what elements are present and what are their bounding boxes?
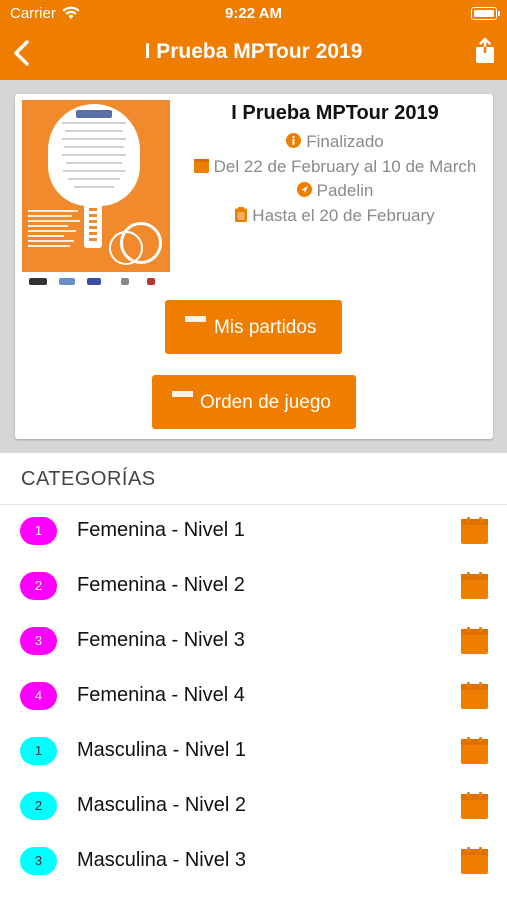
nav-title: I Prueba MPTour 2019 (144, 40, 363, 63)
mptour-logo (76, 110, 112, 118)
mis-partidos-button[interactable]: Mis partidos (165, 300, 342, 354)
event-card-area: I Prueba MPTour 2019 Finalizado Del 22 d… (0, 80, 507, 453)
info-icon (286, 133, 302, 149)
event-poster-image[interactable] (22, 100, 170, 272)
category-row[interactable]: 3 Femenina - Nivel 3 (0, 615, 507, 670)
calendar-icon (172, 391, 193, 411)
share-icon[interactable] (475, 38, 495, 64)
clock: 9:22 AM (225, 5, 282, 22)
category-name: Masculina - Nivel 3 (77, 849, 246, 871)
location-arrow-icon (296, 182, 312, 198)
category-number-badge: 1 (20, 517, 57, 545)
sponsor-logos (27, 276, 167, 288)
category-row[interactable]: 1 Femenina - Nivel 1 (0, 505, 507, 560)
status-bar: Carrier 9:22 AM (0, 0, 507, 28)
category-row[interactable]: 2 Masculina - Nivel 2 (0, 780, 507, 835)
event-info: I Prueba MPTour 2019 Finalizado Del 22 d… (185, 102, 485, 228)
clipboard-icon (235, 206, 248, 222)
category-name: Femenina - Nivel 4 (77, 684, 245, 706)
category-row[interactable]: 1 Masculina - Nivel 1 (0, 725, 507, 780)
calendar-icon (193, 158, 209, 173)
event-dates: Del 22 de February al 10 de March (213, 156, 477, 176)
orden-de-juego-label: Orden de juego (200, 392, 331, 413)
category-number-badge: 4 (20, 682, 57, 710)
event-dates-row: Del 22 de February al 10 de March (185, 155, 485, 180)
categorias-section-header: CATEGORÍAS (0, 453, 507, 505)
category-name: Masculina - Nivel 1 (77, 739, 246, 761)
calendar-icon[interactable] (461, 627, 488, 654)
calendar-icon[interactable] (461, 682, 488, 709)
category-name: Femenina - Nivel 3 (77, 629, 245, 651)
event-venue-row: Padelin (185, 179, 485, 204)
orden-de-juego-button[interactable]: Orden de juego (152, 375, 356, 429)
category-name: Femenina - Nivel 2 (77, 574, 245, 596)
event-venue: Padelin (316, 181, 374, 200)
calendar-icon[interactable] (461, 572, 488, 599)
category-number-badge: 3 (20, 627, 57, 655)
calendar-icon[interactable] (461, 737, 488, 764)
category-row[interactable]: 3 Masculina - Nivel 3 (0, 835, 507, 890)
category-number-badge: 2 (20, 572, 57, 600)
calendar-icon[interactable] (461, 847, 488, 874)
category-name: Masculina - Nivel 2 (77, 794, 246, 816)
category-name: Femenina - Nivel 1 (77, 519, 245, 541)
category-row[interactable]: 4 Femenina - Nivel 4 (0, 670, 507, 725)
category-number-badge: 1 (20, 737, 57, 765)
event-deadline-row: Hasta el 20 de February (185, 204, 485, 229)
event-title: I Prueba MPTour 2019 (231, 102, 439, 124)
category-number-badge: 3 (20, 847, 57, 875)
category-number-badge: 2 (20, 792, 57, 820)
battery-icon (471, 7, 500, 20)
event-status-row: Finalizado (185, 130, 485, 155)
racket-graphic (48, 104, 140, 206)
event-card: I Prueba MPTour 2019 Finalizado Del 22 d… (15, 94, 493, 439)
calendar-icon (185, 316, 206, 336)
event-status: Finalizado (306, 132, 384, 151)
mis-partidos-label: Mis partidos (214, 317, 317, 338)
navigation-bar: I Prueba MPTour 2019 (0, 28, 507, 80)
category-row[interactable]: 2 Femenina - Nivel 2 (0, 560, 507, 615)
tennis-ball-graphic (109, 222, 162, 265)
calendar-icon[interactable] (461, 792, 488, 819)
calendar-icon[interactable] (461, 517, 488, 544)
event-deadline: Hasta el 20 de February (252, 205, 435, 225)
racket-handle-graphic (84, 204, 102, 248)
section-title: CATEGORÍAS (21, 468, 156, 490)
poster-text-lines (28, 210, 80, 250)
